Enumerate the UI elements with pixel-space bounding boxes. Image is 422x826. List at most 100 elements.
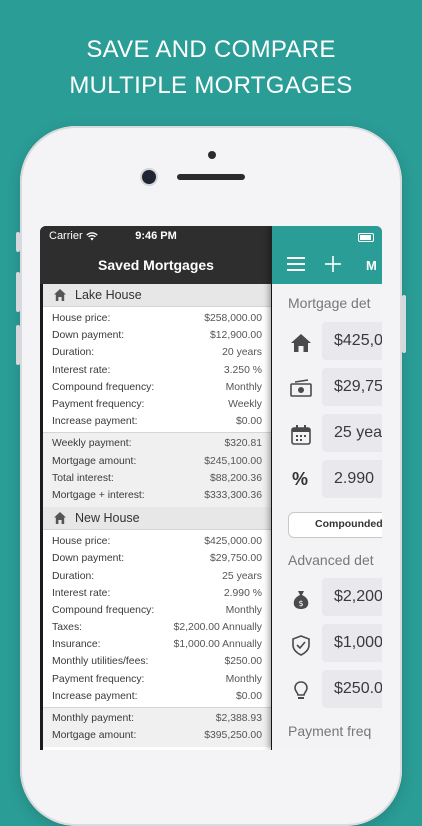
compound-frequency-segment[interactable]: Compounded [288, 512, 382, 538]
total-label: Weekly payment: [52, 438, 132, 450]
detail-value: 3.250 % [223, 364, 262, 376]
total-value: $320.81 [224, 438, 262, 450]
headline-line-2: MULTIPLE MORTGAGES [69, 72, 353, 99]
detail-label: Down payment: [52, 330, 125, 342]
detail-value: $29,750.00 [209, 553, 262, 565]
detail-row: Duration: 20 years [43, 344, 271, 361]
detail-value: $1,000.00 Annually [173, 639, 262, 651]
detail-value: Weekly [228, 399, 262, 411]
battery-icon [358, 233, 374, 242]
taxes-field[interactable]: $2,200 [322, 578, 382, 616]
phone-side-button-right [402, 295, 406, 353]
detail-row: Increase payment: $0.00 [43, 688, 271, 705]
detail-row: Compound frequency: Monthly [43, 379, 271, 396]
mortgage-totals-new-house: Monthly payment: $2,388.93 Mortgage amoun… [43, 706, 271, 748]
detail-value: $250.00 [224, 656, 262, 668]
detail-label: Taxes: [52, 622, 83, 634]
lightbulb-icon [294, 681, 308, 699]
detail-row: Taxes: $2,200.00 Annually [43, 619, 271, 636]
detail-value: $0.00 [235, 416, 262, 428]
saved-mortgages-navbar: Saved Mortgages [40, 248, 272, 284]
down-payment-field[interactable]: $29,75 [322, 368, 382, 406]
marketing-headline: SAVE AND COMPARE MULTIPLE MORTGAGES [0, 32, 422, 104]
menu-icon[interactable] [287, 257, 305, 271]
detail-label: Duration: [52, 570, 95, 582]
total-row: Total interest: $88,200.36 [43, 470, 271, 487]
mortgage-header-lake-house[interactable]: Lake House [43, 284, 271, 307]
detail-value: $12,900.00 [209, 330, 262, 342]
advanced-details-heading: Advanced det [288, 552, 374, 568]
status-time: 9:46 PM [135, 230, 177, 242]
detail-label: Interest rate: [52, 364, 111, 376]
mortgage-name: New House [75, 511, 140, 526]
headline-line-1: SAVE AND COMPARE [86, 36, 336, 63]
house-price-field[interactable]: $425,0 [322, 322, 382, 360]
phone-screen: Carrier 9:46 PM Saved Mortgages Lake Hou… [40, 226, 382, 750]
detail-value: $0.00 [235, 690, 262, 702]
house-icon [291, 334, 311, 352]
mortgage-details-heading: Mortgage det [288, 295, 371, 311]
detail-row: House price: $258,000.00 [43, 310, 271, 327]
mortgage-header-new-house[interactable]: New House [43, 507, 271, 531]
utilities-field[interactable]: $250.0 [322, 670, 382, 708]
detail-row: Down payment: $29,750.00 [43, 550, 271, 567]
total-label: Mortgage amount: [52, 730, 137, 742]
detail-label: Monthly utilities/fees: [52, 656, 149, 668]
detail-row: Interest rate: 3.250 % [43, 362, 271, 379]
total-value: $88,200.36 [209, 472, 262, 484]
detail-row: Payment frequency: Weekly [43, 396, 271, 413]
detail-value: 20 years [222, 347, 262, 359]
percent-icon: % [292, 469, 309, 489]
detail-row: Insurance: $1,000.00 Annually [43, 636, 271, 653]
detail-value: $2,200.00 Annually [173, 622, 262, 634]
detail-label: House price: [52, 313, 111, 325]
detail-label: Insurance: [52, 639, 101, 651]
interest-rate-field[interactable]: 2.990 [322, 460, 382, 498]
detail-label: Compound frequency: [52, 604, 155, 616]
front-camera [142, 170, 156, 184]
detail-label: House price: [52, 536, 111, 548]
mortgage-name: Lake House [75, 288, 142, 302]
detail-label: Down payment: [52, 553, 125, 565]
detail-row: Increase payment: $0.00 [43, 413, 271, 430]
earpiece-speaker [177, 174, 245, 180]
detail-row: Compound frequency: Monthly [43, 602, 271, 619]
compounded-label: Compounded [315, 518, 382, 530]
phone-sensor [208, 151, 216, 159]
detail-value: $425,000.00 [204, 536, 262, 548]
detail-value: $258,000.00 [204, 313, 262, 325]
detail-label: Payment frequency: [52, 399, 145, 411]
detail-row: Monthly utilities/fees: $250.00 [43, 653, 271, 670]
detail-value: 25 years [222, 570, 262, 582]
calculator-navbar: M [272, 248, 382, 284]
insurance-field[interactable]: $1,000 [322, 624, 382, 662]
duration-field[interactable]: 25 yea [322, 414, 382, 452]
total-row: Monthly payment: $2,388.93 [43, 710, 271, 727]
phone-side-button-left-3 [16, 325, 20, 365]
money-bag-icon: $ [293, 591, 309, 609]
cash-icon [290, 379, 312, 397]
saved-mortgages-list[interactable]: Lake House House price: $258,000.00 Down … [43, 284, 271, 750]
detail-row: Down payment: $12,900.00 [43, 327, 271, 344]
add-mortgage-icon[interactable] [325, 256, 341, 272]
house-icon [54, 289, 66, 301]
total-label: Monthly payment: [52, 713, 135, 725]
calculator-panel: M Mortgage det $425,0 $29,75 25 yea % 2.… [272, 226, 382, 750]
detail-row: Interest rate: 2.990 % [43, 585, 271, 602]
detail-value: Monthly [225, 381, 262, 393]
detail-row: House price: $425,000.00 [43, 533, 271, 550]
total-row: Weekly payment: $320.81 [43, 435, 271, 452]
detail-value: 2.990 % [223, 587, 262, 599]
calendar-icon [291, 425, 311, 445]
detail-value: Monthly [225, 604, 262, 616]
total-value: $333,300.36 [204, 489, 262, 501]
total-value: $395,250.00 [204, 730, 262, 742]
detail-row: Duration: 25 years [43, 567, 271, 584]
page-title: Saved Mortgages [98, 257, 214, 273]
detail-label: Compound frequency: [52, 381, 155, 393]
total-label: Total interest: [52, 472, 114, 484]
phone-side-button-left-2 [16, 272, 20, 312]
svg-text:$: $ [298, 599, 303, 608]
total-row: Mortgage amount: $245,100.00 [43, 453, 271, 470]
calculator-status-bar [272, 226, 382, 248]
